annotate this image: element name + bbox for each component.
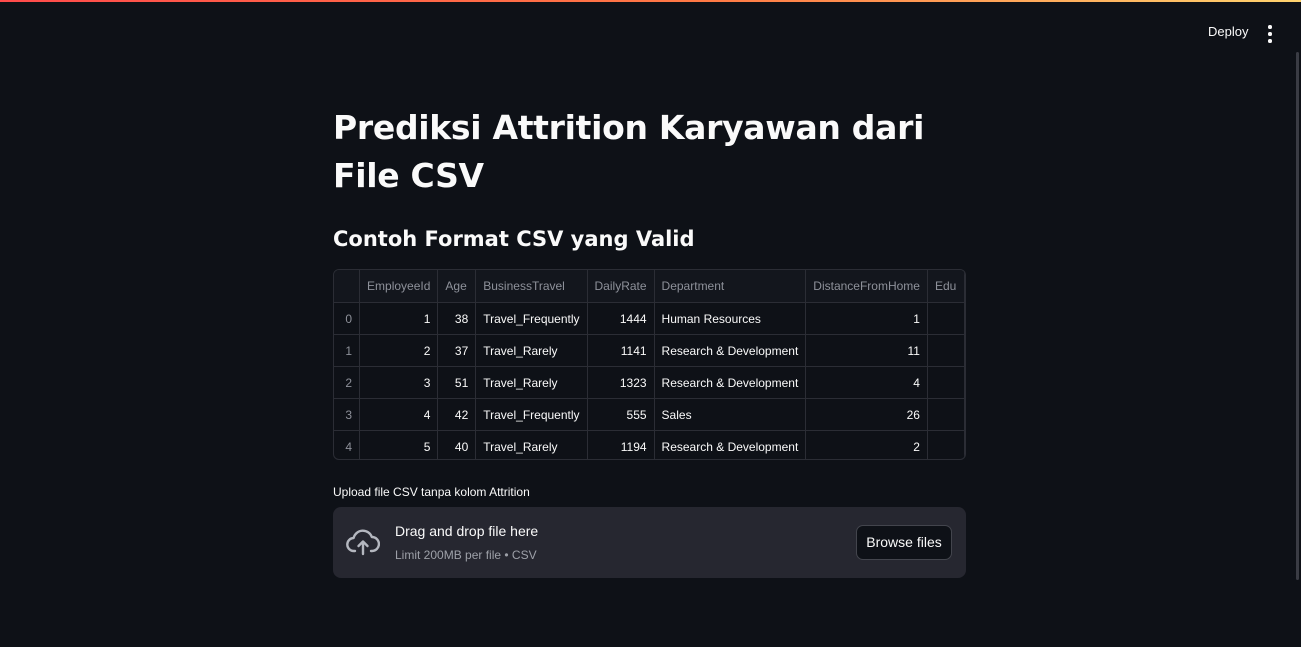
table-cell[interactable] bbox=[927, 430, 965, 459]
table-cell[interactable]: 4 bbox=[805, 366, 928, 399]
dropzone-limit-text: Limit 200MB per file • CSV bbox=[395, 548, 537, 562]
app-header: Deploy bbox=[0, 2, 1301, 60]
section-title: Contoh Format CSV yang Valid bbox=[333, 227, 695, 251]
table-cell[interactable]: 51 bbox=[437, 366, 477, 399]
column-header[interactable]: Department bbox=[654, 270, 807, 303]
table-cell[interactable]: 2 bbox=[805, 430, 928, 459]
table-row: 1 2 37 Travel_Rarely 1141 Research & Dev… bbox=[334, 334, 965, 367]
table-cell[interactable]: Travel_Rarely bbox=[475, 366, 588, 399]
column-header[interactable]: Edu bbox=[927, 270, 965, 303]
table-cell[interactable]: Research & Development bbox=[654, 334, 807, 367]
column-header[interactable]: BusinessTravel bbox=[475, 270, 588, 303]
table-cell[interactable] bbox=[927, 334, 965, 367]
row-index[interactable]: 4 bbox=[334, 430, 361, 459]
table-cell[interactable]: Travel_Frequently bbox=[475, 302, 588, 335]
row-index[interactable]: 3 bbox=[334, 398, 361, 431]
main-content: Prediksi Attrition Karyawan dari File CS… bbox=[333, 100, 966, 578]
table-cell[interactable]: 4 bbox=[359, 398, 439, 431]
vertical-ellipsis-icon bbox=[1268, 25, 1272, 29]
table-cell[interactable]: 42 bbox=[437, 398, 477, 431]
main-menu-button[interactable] bbox=[1258, 22, 1282, 46]
table-cell[interactable]: 1444 bbox=[587, 302, 655, 335]
upload-label: Upload file CSV tanpa kolom Attrition bbox=[333, 485, 530, 499]
column-header[interactable]: DistanceFromHome bbox=[805, 270, 928, 303]
dropzone-title: Drag and drop file here bbox=[395, 523, 539, 539]
deploy-button[interactable]: Deploy bbox=[1196, 20, 1260, 44]
table-row: 4 5 40 Travel_Rarely 1194 Research & Dev… bbox=[334, 430, 965, 459]
file-dropzone[interactable]: Drag and drop file here Limit 200MB per … bbox=[333, 507, 966, 578]
table-cell[interactable] bbox=[927, 398, 965, 431]
table-row: 3 4 42 Travel_Frequently 555 Sales 26 bbox=[334, 398, 965, 431]
table-cell[interactable]: Human Resources bbox=[654, 302, 807, 335]
row-index[interactable]: 1 bbox=[334, 334, 361, 367]
table-row: 2 3 51 Travel_Rarely 1323 Research & Dev… bbox=[334, 366, 965, 399]
table-cell[interactable]: Research & Development bbox=[654, 430, 807, 459]
table-cell[interactable]: 11 bbox=[805, 334, 928, 367]
table-cell[interactable]: Travel_Rarely bbox=[475, 430, 588, 459]
table-cell[interactable]: Research & Development bbox=[654, 366, 807, 399]
scrollbar[interactable] bbox=[1296, 52, 1299, 580]
table-cell[interactable]: 2 bbox=[359, 334, 439, 367]
table-cell[interactable]: 40 bbox=[437, 430, 477, 459]
table-cell[interactable]: Sales bbox=[654, 398, 807, 431]
table-cell[interactable]: 38 bbox=[437, 302, 477, 335]
table-cell[interactable]: 555 bbox=[587, 398, 655, 431]
column-header[interactable]: EmployeeId bbox=[359, 270, 439, 303]
column-header[interactable] bbox=[334, 270, 361, 303]
table-cell[interactable]: 1141 bbox=[587, 334, 655, 367]
page-title: Prediksi Attrition Karyawan dari File CS… bbox=[333, 108, 925, 195]
table-cell[interactable] bbox=[927, 366, 965, 399]
column-header[interactable]: Age bbox=[437, 270, 477, 303]
dataframe-table: EmployeeId Age BusinessTravel DailyRate … bbox=[334, 270, 965, 459]
table-cell[interactable]: 5 bbox=[359, 430, 439, 459]
row-index[interactable]: 0 bbox=[334, 302, 361, 335]
cloud-upload-icon bbox=[346, 529, 380, 556]
table-cell[interactable]: 1 bbox=[359, 302, 439, 335]
table-cell[interactable]: 1 bbox=[805, 302, 928, 335]
table-cell[interactable]: Travel_Rarely bbox=[475, 334, 588, 367]
table-cell[interactable]: Travel_Frequently bbox=[475, 398, 588, 431]
row-index[interactable]: 2 bbox=[334, 366, 361, 399]
browse-files-button[interactable]: Browse files bbox=[856, 525, 952, 560]
table-cell[interactable]: 37 bbox=[437, 334, 477, 367]
table-cell[interactable]: 1323 bbox=[587, 366, 655, 399]
table-cell[interactable]: 26 bbox=[805, 398, 928, 431]
column-header[interactable]: DailyRate bbox=[587, 270, 655, 303]
table-cell[interactable]: 1194 bbox=[587, 430, 655, 459]
table-row: 0 1 38 Travel_Frequently 1444 Human Reso… bbox=[334, 302, 965, 335]
example-dataframe[interactable]: EmployeeId Age BusinessTravel DailyRate … bbox=[333, 269, 966, 460]
table-header-row: EmployeeId Age BusinessTravel DailyRate … bbox=[334, 270, 965, 303]
table-cell[interactable] bbox=[927, 302, 965, 335]
table-cell[interactable]: 3 bbox=[359, 366, 439, 399]
